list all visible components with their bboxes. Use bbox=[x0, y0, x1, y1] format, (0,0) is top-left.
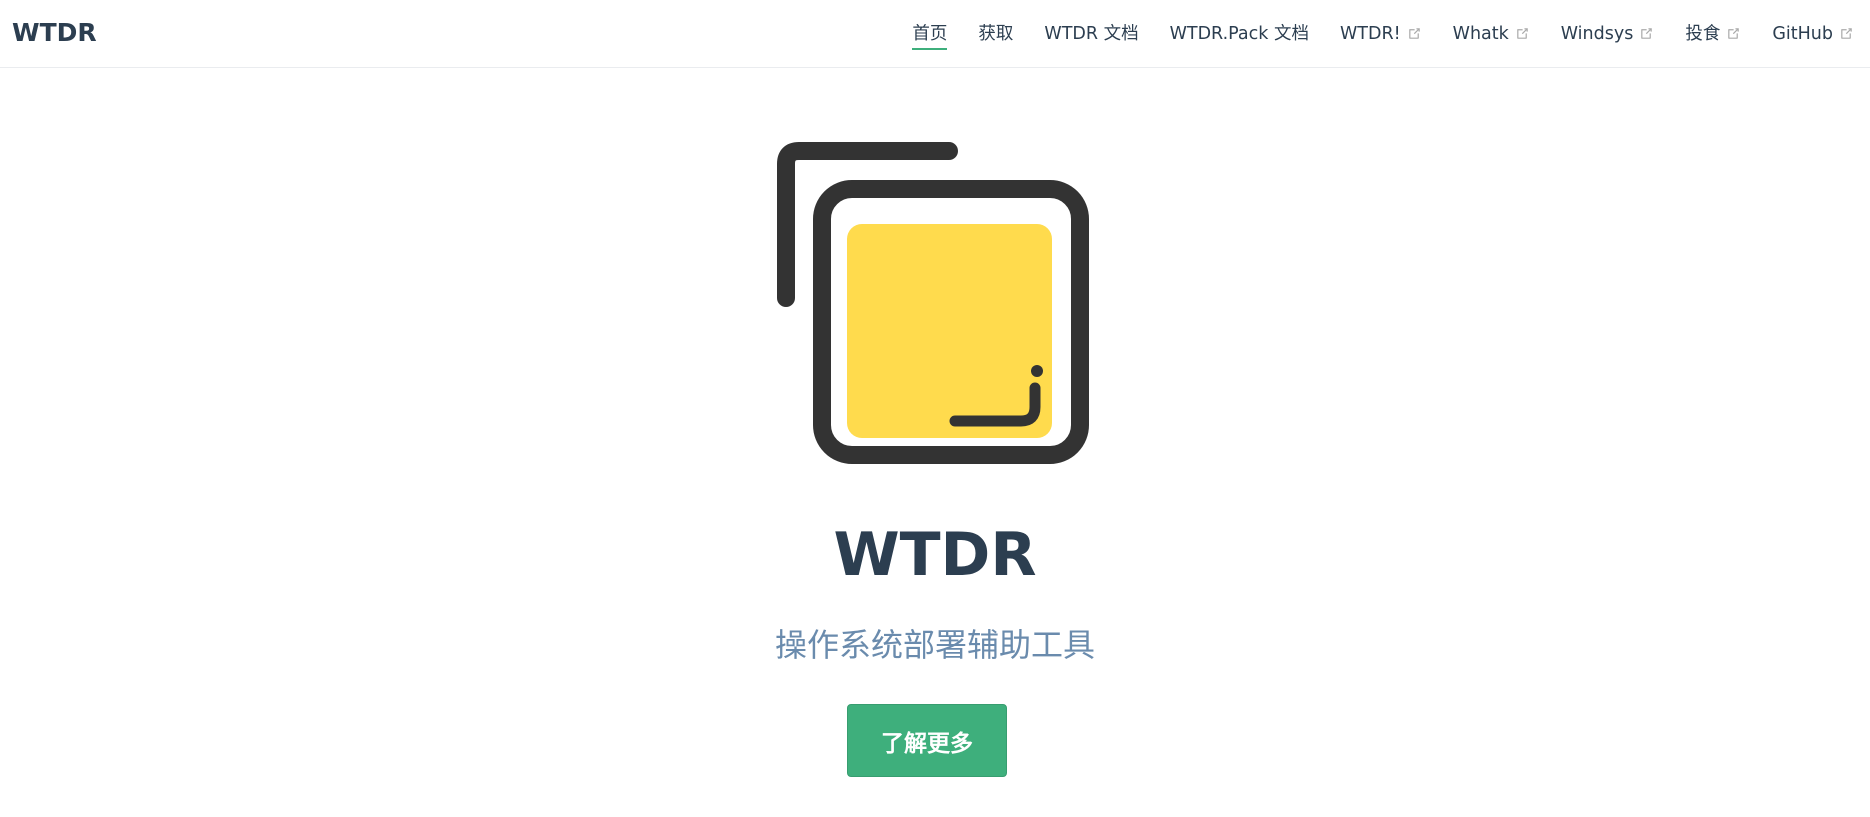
nav-link-label: Windsys bbox=[1560, 23, 1634, 44]
nav-link-wtdr-external[interactable]: WTDR! bbox=[1340, 21, 1422, 47]
nav-link-label: 投食 bbox=[1685, 23, 1721, 44]
external-link-icon bbox=[1408, 28, 1420, 39]
nav-link-label: WTDR! bbox=[1339, 23, 1401, 44]
nav-links: 首页 获取 WTDR 文档 WTDR.Pack 文档 WTDR! Whatk W bbox=[912, 0, 1854, 67]
nav-link-github[interactable]: GitHub bbox=[1772, 21, 1854, 47]
hero-title: WTDR bbox=[833, 520, 1037, 590]
hero-description: 操作系统部署辅助工具 bbox=[774, 626, 1095, 664]
nav-link-label: 首页 bbox=[912, 23, 948, 44]
nav-link-whatk[interactable]: Whatk bbox=[1453, 21, 1530, 47]
nav-link-label: WTDR.Pack 文档 bbox=[1169, 23, 1309, 44]
learn-more-button[interactable]: 了解更多 bbox=[847, 704, 1007, 777]
nav-link-wtdr-docs[interactable]: WTDR 文档 bbox=[1044, 21, 1138, 47]
navbar: WTDR 首页 获取 WTDR 文档 WTDR.Pack 文档 WTDR! Wh… bbox=[0, 0, 1870, 68]
nav-link-label: 获取 bbox=[978, 23, 1014, 44]
wtdr-logo-icon bbox=[777, 142, 1089, 464]
nav-link-home[interactable]: 首页 bbox=[912, 21, 948, 50]
nav-link-get[interactable]: 获取 bbox=[978, 21, 1013, 47]
external-link-icon bbox=[1641, 28, 1653, 39]
nav-link-donate[interactable]: 投食 bbox=[1685, 21, 1741, 47]
external-link-icon bbox=[1516, 28, 1528, 39]
nav-link-label: Whatk bbox=[1452, 23, 1509, 44]
nav-link-wtdr-pack-docs[interactable]: WTDR.Pack 文档 bbox=[1170, 21, 1309, 47]
site-name-link[interactable]: WTDR bbox=[12, 17, 97, 49]
nav-link-label: WTDR 文档 bbox=[1044, 23, 1139, 44]
nav-link-label: GitHub bbox=[1772, 23, 1833, 44]
external-link-icon bbox=[1841, 28, 1852, 39]
external-link-icon bbox=[1728, 28, 1740, 39]
nav-link-windsys[interactable]: Windsys bbox=[1561, 21, 1655, 47]
